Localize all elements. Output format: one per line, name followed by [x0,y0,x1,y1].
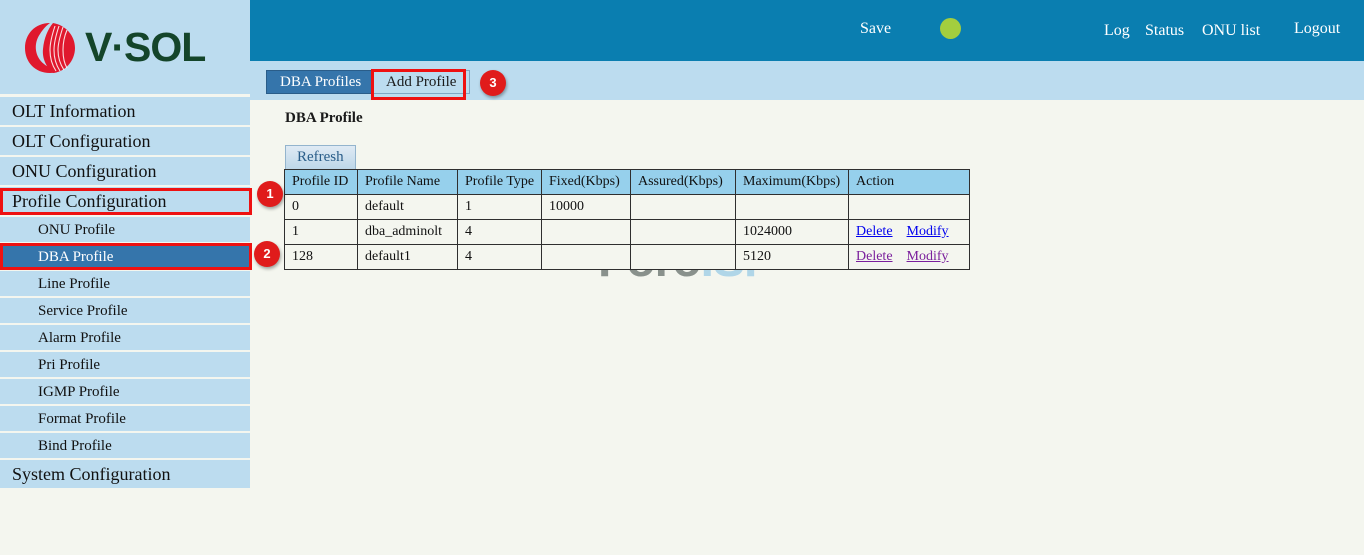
cell-profile-name: default [358,195,458,220]
save-link[interactable]: Save [860,20,891,38]
cell-profile-type: 4 [458,245,542,270]
main-content: DBA Profile Refresh ForoISP Profile ID P… [250,100,1364,555]
column-header-maximum: Maximum(Kbps) [736,170,849,195]
column-header-profile-type: Profile Type [458,170,542,195]
sidebar-item-onu-profile[interactable]: ONU Profile [0,217,250,244]
column-header-action: Action [849,170,970,195]
column-header-profile-id: Profile ID [285,170,358,195]
cell-action: Delete Modify [849,220,970,245]
cell-profile-name: default1 [358,245,458,270]
tab-bar: DBA Profiles Add Profile [250,61,1364,100]
modify-link[interactable]: Modify [907,249,949,264]
refresh-button[interactable]: Refresh [285,145,356,171]
onu-list-link[interactable]: ONU list [1202,22,1260,40]
sidebar-nav: OLT Information OLT Configuration ONU Co… [0,97,250,490]
cell-profile-type: 4 [458,220,542,245]
cell-fixed [542,220,631,245]
cell-maximum: 5120 [736,245,849,270]
dba-profile-table: Profile ID Profile Name Profile Type Fix… [284,169,970,270]
sidebar-item-onu-configuration[interactable]: ONU Configuration [0,157,250,187]
cell-profile-id: 0 [285,195,358,220]
modify-link[interactable]: Modify [907,224,949,239]
sidebar-item-olt-configuration[interactable]: OLT Configuration [0,127,250,157]
table-row: 0 default 1 10000 [285,195,970,220]
cell-maximum [736,195,849,220]
sidebar-item-system-configuration[interactable]: System Configuration [0,460,250,490]
status-indicator-dot [940,18,961,39]
delete-link[interactable]: Delete [856,224,893,239]
sidebar-item-format-profile[interactable]: Format Profile [0,406,250,433]
sidebar-item-service-profile[interactable]: Service Profile [0,298,250,325]
table-header-row: Profile ID Profile Name Profile Type Fix… [285,170,970,195]
cell-profile-id: 1 [285,220,358,245]
tab-add-profile[interactable]: Add Profile [372,70,470,94]
cell-assured [631,195,736,220]
sidebar-item-olt-information[interactable]: OLT Information [0,97,250,127]
sidebar-item-line-profile[interactable]: Line Profile [0,271,250,298]
cell-fixed: 10000 [542,195,631,220]
cell-action: Delete Modify [849,245,970,270]
cell-assured [631,220,736,245]
sidebar-item-pri-profile[interactable]: Pri Profile [0,352,250,379]
page-title: DBA Profile [285,110,363,127]
cell-profile-type: 1 [458,195,542,220]
sidebar-item-bind-profile[interactable]: Bind Profile [0,433,250,460]
column-header-assured: Assured(Kbps) [631,170,736,195]
cell-profile-id: 128 [285,245,358,270]
sidebar-item-alarm-profile[interactable]: Alarm Profile [0,325,250,352]
vsol-swirl-logo-icon [22,21,78,75]
cell-maximum: 1024000 [736,220,849,245]
cell-fixed [542,245,631,270]
logout-link[interactable]: Logout [1294,20,1340,38]
cell-profile-name: dba_adminolt [358,220,458,245]
sidebar-item-igmp-profile[interactable]: IGMP Profile [0,379,250,406]
sidebar-item-dba-profile[interactable]: DBA Profile [0,244,250,271]
delete-link[interactable]: Delete [856,249,893,264]
status-link[interactable]: Status [1145,22,1184,40]
table-row: 128 default1 4 5120 Delete Modify [285,245,970,270]
cell-action [849,195,970,220]
brand-wordmark: V·SOL [85,24,205,70]
logo-panel: V·SOL [0,0,250,94]
column-header-fixed: Fixed(Kbps) [542,170,631,195]
tab-dba-profiles[interactable]: DBA Profiles [266,70,375,94]
cell-assured [631,245,736,270]
top-header-bar: Save Log Status ONU list Logout [250,0,1364,61]
sidebar-item-profile-configuration[interactable]: Profile Configuration [0,187,250,217]
column-header-profile-name: Profile Name [358,170,458,195]
table-row: 1 dba_adminolt 4 1024000 Delete Modify [285,220,970,245]
log-link[interactable]: Log [1104,22,1130,40]
